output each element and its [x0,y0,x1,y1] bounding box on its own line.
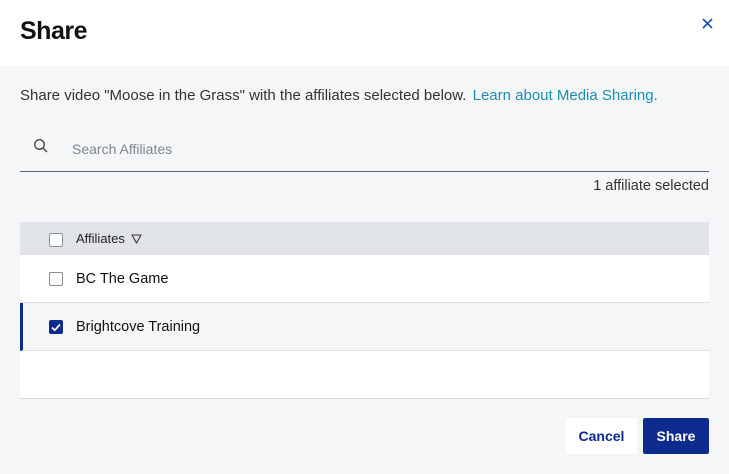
dialog-title: Share [20,17,87,45]
table-row[interactable]: Brightcove Training [20,303,709,351]
media-sharing-link[interactable]: Learn about Media Sharing. [473,87,658,104]
search-input[interactable] [64,134,694,164]
affiliate-name: BC The Game [76,271,169,287]
select-all-checkbox[interactable] [49,233,63,247]
selection-count: 1 affiliate selected [593,178,709,194]
close-button[interactable] [699,15,715,31]
table-header: Affiliates [20,222,709,255]
intro-text: Share video "Moose in the Grass" with th… [20,87,658,104]
row-checkbox[interactable] [49,320,63,334]
intro-message: Share video "Moose in the Grass" with th… [20,87,467,104]
table-row[interactable]: BC The Game [20,255,709,303]
triangle-down-icon [131,233,142,244]
search-field [20,126,709,172]
dialog-header: Share [0,0,729,66]
affiliates-table: Affiliates BC The Game Brightcove Traini… [20,222,709,399]
share-button[interactable]: Share [643,418,709,454]
search-icon [34,139,48,153]
row-checkbox[interactable] [49,272,63,286]
affiliate-name: Brightcove Training [76,319,201,335]
checkmark-icon [51,323,61,331]
close-icon [701,17,713,29]
column-label: Affiliates [76,231,125,246]
cancel-button[interactable]: Cancel [566,418,637,454]
affiliates-column-header[interactable]: Affiliates [76,231,142,246]
